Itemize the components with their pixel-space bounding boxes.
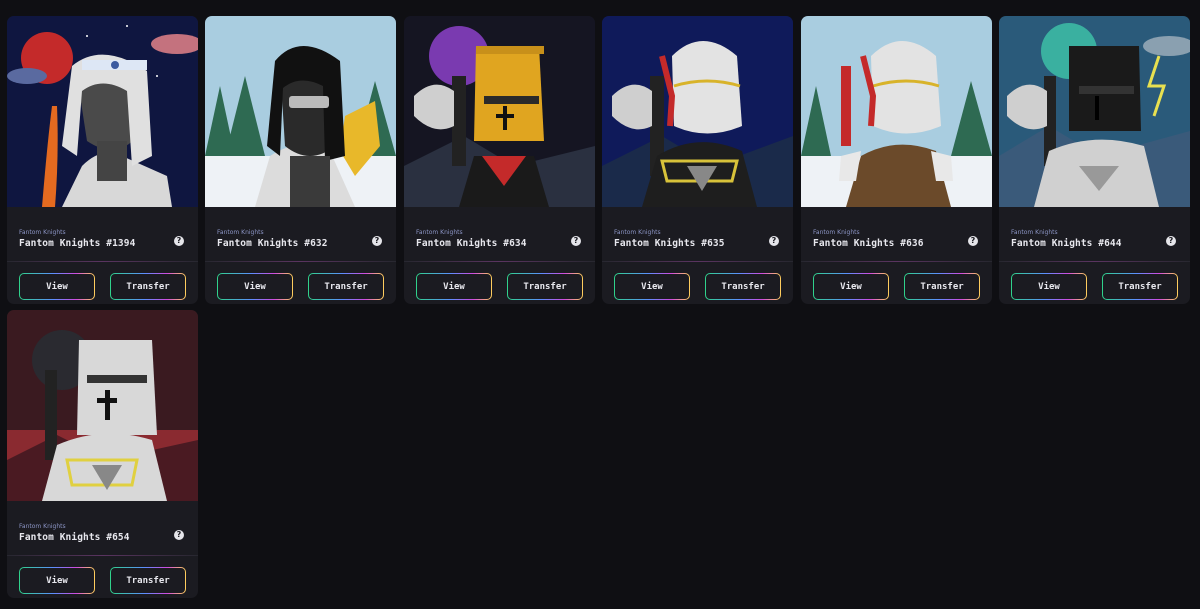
view-button-label: View [1012, 274, 1086, 299]
help-icon[interactable]: ? [769, 236, 779, 246]
divider [801, 261, 992, 262]
nft-image[interactable] [999, 16, 1190, 207]
view-button[interactable]: View [217, 273, 293, 300]
help-icon[interactable]: ? [968, 236, 978, 246]
transfer-button-label: Transfer [111, 568, 185, 593]
view-button[interactable]: View [614, 273, 690, 300]
nft-name: Fantom Knights #634 [416, 238, 527, 249]
help-icon[interactable]: ? [571, 236, 581, 246]
transfer-button-label: Transfer [309, 274, 383, 299]
nft-image[interactable] [801, 16, 992, 207]
nft-name: Fantom Knights #1394 [19, 238, 136, 249]
view-button-label: View [20, 568, 94, 593]
transfer-button-label: Transfer [706, 274, 780, 299]
collection-label: Fantom Knights [19, 523, 66, 530]
nft-image[interactable] [7, 16, 198, 207]
transfer-button-label: Transfer [905, 274, 979, 299]
nft-name: Fantom Knights #636 [813, 238, 924, 249]
transfer-button[interactable]: Transfer [110, 273, 186, 300]
nft-card: Fantom Knights Fantom Knights #654 ? Vie… [7, 310, 198, 598]
nft-card: Fantom Knights Fantom Knights #635 ? Vie… [602, 16, 793, 304]
nft-name: Fantom Knights #632 [217, 238, 328, 249]
view-button-label: View [814, 274, 888, 299]
divider [7, 555, 198, 556]
transfer-button-label: Transfer [1103, 274, 1177, 299]
transfer-button[interactable]: Transfer [110, 567, 186, 594]
divider [205, 261, 396, 262]
nft-grid: Fantom Knights Fantom Knights #1394 ? Vi… [0, 0, 1200, 609]
view-button-label: View [417, 274, 491, 299]
divider [999, 261, 1190, 262]
nft-name: Fantom Knights #635 [614, 238, 725, 249]
divider [602, 261, 793, 262]
nft-name: Fantom Knights #644 [1011, 238, 1122, 249]
transfer-button-label: Transfer [111, 274, 185, 299]
view-button[interactable]: View [19, 567, 95, 594]
help-icon[interactable]: ? [372, 236, 382, 246]
collection-label: Fantom Knights [614, 229, 661, 236]
view-button-label: View [20, 274, 94, 299]
nft-card: Fantom Knights Fantom Knights #636 ? Vie… [801, 16, 992, 304]
collection-label: Fantom Knights [217, 229, 264, 236]
transfer-button-label: Transfer [508, 274, 582, 299]
nft-card: Fantom Knights Fantom Knights #1394 ? Vi… [7, 16, 198, 304]
nft-image[interactable] [205, 16, 396, 207]
view-button[interactable]: View [19, 273, 95, 300]
help-icon[interactable]: ? [1166, 236, 1176, 246]
collection-label: Fantom Knights [813, 229, 860, 236]
view-button-label: View [218, 274, 292, 299]
nft-card: Fantom Knights Fantom Knights #634 ? Vie… [404, 16, 595, 304]
view-button-label: View [615, 274, 689, 299]
transfer-button[interactable]: Transfer [705, 273, 781, 300]
view-button[interactable]: View [416, 273, 492, 300]
help-icon[interactable]: ? [174, 236, 184, 246]
view-button[interactable]: View [813, 273, 889, 300]
nft-image[interactable] [404, 16, 595, 207]
nft-name: Fantom Knights #654 [19, 532, 130, 543]
nft-image[interactable] [7, 310, 198, 501]
transfer-button[interactable]: Transfer [507, 273, 583, 300]
collection-label: Fantom Knights [1011, 229, 1058, 236]
nft-card: Fantom Knights Fantom Knights #632 ? Vie… [205, 16, 396, 304]
divider [7, 261, 198, 262]
transfer-button[interactable]: Transfer [308, 273, 384, 300]
transfer-button[interactable]: Transfer [904, 273, 980, 300]
help-icon[interactable]: ? [174, 530, 184, 540]
collection-label: Fantom Knights [416, 229, 463, 236]
divider [404, 261, 595, 262]
transfer-button[interactable]: Transfer [1102, 273, 1178, 300]
nft-image[interactable] [602, 16, 793, 207]
view-button[interactable]: View [1011, 273, 1087, 300]
nft-card: Fantom Knights Fantom Knights #644 ? Vie… [999, 16, 1190, 304]
collection-label: Fantom Knights [19, 229, 66, 236]
